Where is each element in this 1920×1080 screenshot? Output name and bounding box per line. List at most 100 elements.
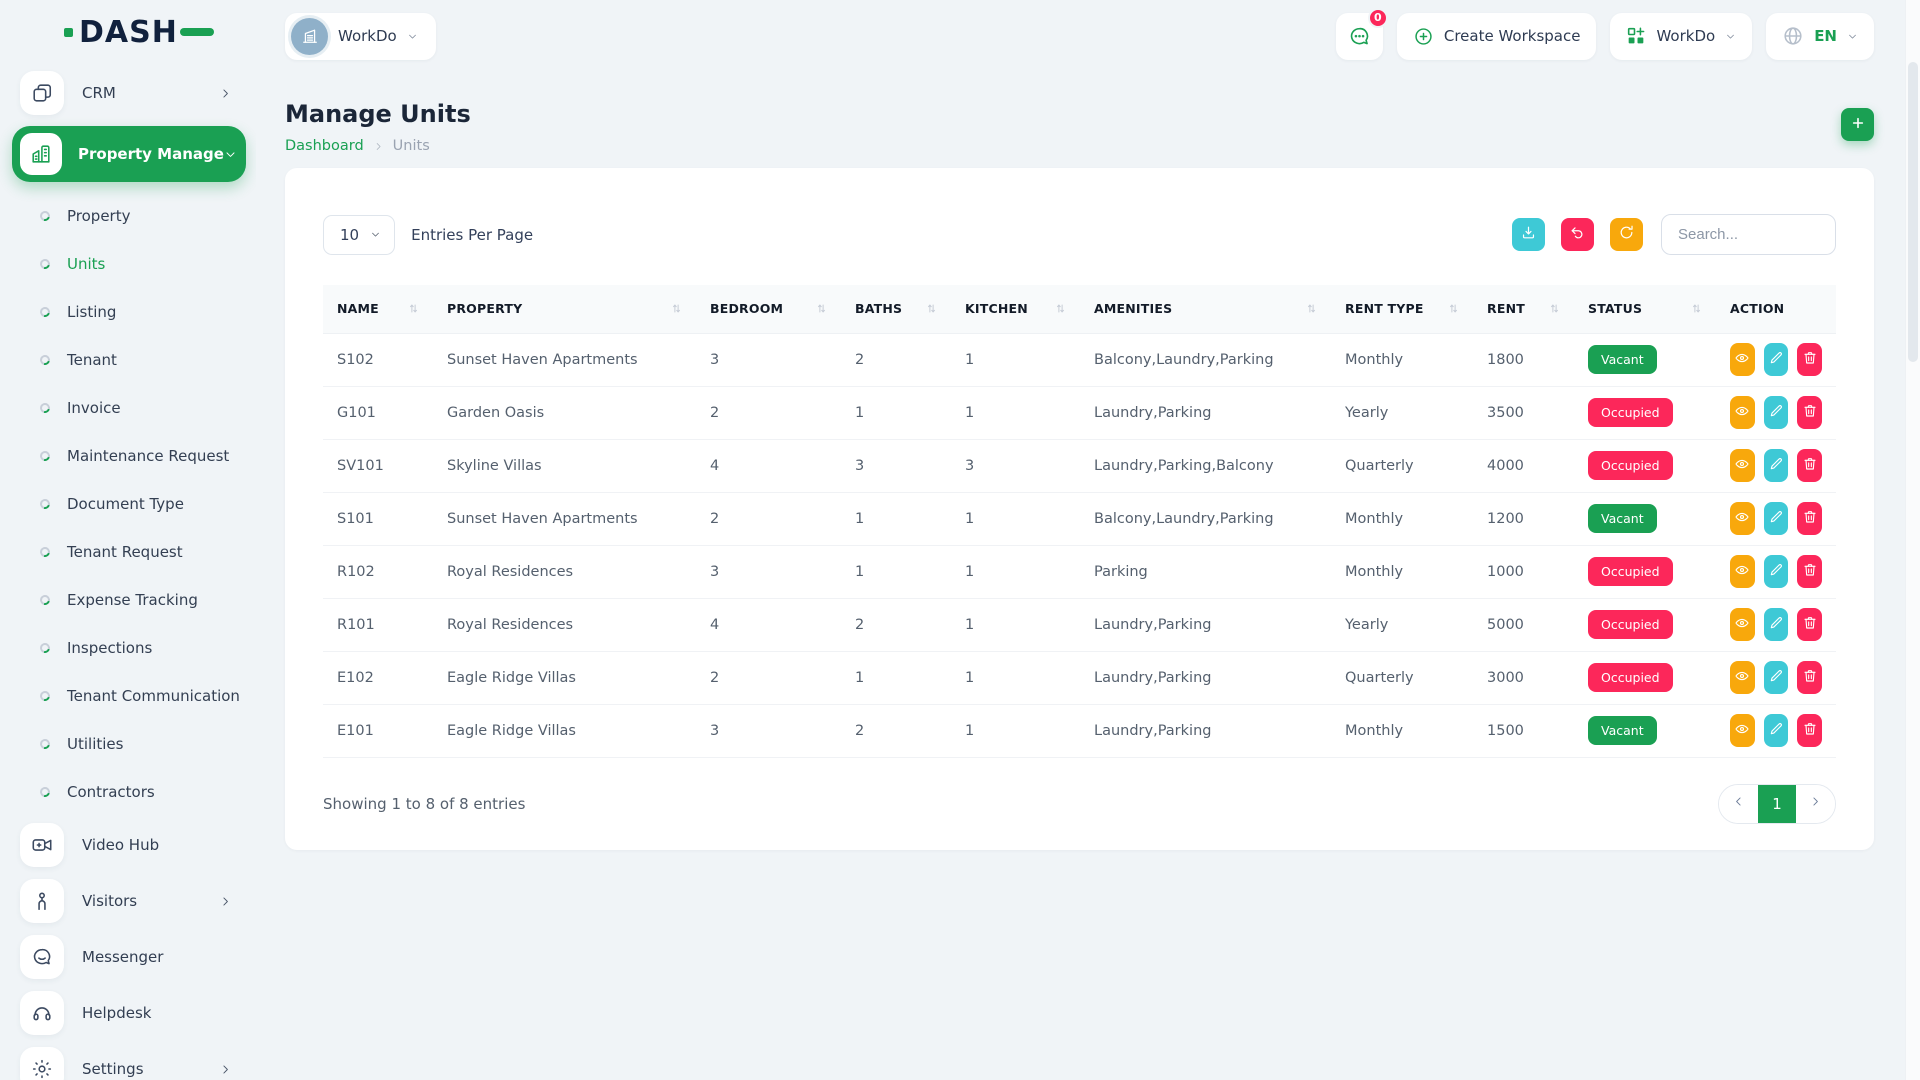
sidebar-item-tenant-request[interactable]: Tenant Request bbox=[14, 528, 246, 576]
edit-button[interactable] bbox=[1764, 608, 1789, 641]
view-button[interactable] bbox=[1730, 661, 1755, 694]
column-header[interactable]: BEDROOM bbox=[696, 285, 841, 333]
column-header[interactable]: STATUS bbox=[1574, 285, 1716, 333]
sort-icon[interactable] bbox=[402, 303, 419, 314]
scrollbar-thumb[interactable] bbox=[1908, 62, 1918, 362]
pagination-next[interactable] bbox=[1796, 784, 1835, 824]
view-button[interactable] bbox=[1730, 714, 1755, 747]
sidebar-item-invoice[interactable]: Invoice bbox=[14, 384, 246, 432]
edit-button[interactable] bbox=[1764, 396, 1789, 429]
sidebar-item-listing[interactable]: Listing bbox=[14, 288, 246, 336]
sort-icon[interactable] bbox=[1442, 303, 1459, 314]
view-button[interactable] bbox=[1730, 608, 1755, 641]
chevron-right-icon bbox=[373, 141, 384, 152]
column-header[interactable]: NAME bbox=[323, 285, 433, 333]
view-button[interactable] bbox=[1730, 343, 1755, 376]
sidebar-item-property-manage[interactable]: Property Manage bbox=[12, 126, 246, 182]
export-button[interactable] bbox=[1512, 218, 1545, 251]
sidebar-item-inspections[interactable]: Inspections bbox=[14, 624, 246, 672]
sidebar-item-label: Tenant bbox=[67, 351, 117, 369]
pagination-current-page[interactable]: 1 bbox=[1758, 784, 1796, 824]
sidebar-item-video-hub[interactable]: Video Hub bbox=[14, 818, 246, 872]
entries-per-page-select[interactable]: 10 bbox=[323, 215, 395, 255]
breadcrumb-dashboard-link[interactable]: Dashboard bbox=[285, 138, 364, 154]
delete-button[interactable] bbox=[1797, 661, 1822, 694]
sidebar-item-label: Messenger bbox=[82, 948, 163, 966]
delete-button[interactable] bbox=[1797, 396, 1822, 429]
search-input[interactable] bbox=[1661, 214, 1836, 255]
delete-button[interactable] bbox=[1797, 555, 1822, 588]
edit-button[interactable] bbox=[1764, 449, 1789, 482]
view-button[interactable] bbox=[1730, 449, 1755, 482]
sidebar-item-document-type[interactable]: Document Type bbox=[14, 480, 246, 528]
sidebar-item-tenant-communication[interactable]: Tenant Communication bbox=[14, 672, 246, 720]
delete-button[interactable] bbox=[1797, 449, 1822, 482]
chevron-down-icon bbox=[224, 148, 237, 161]
cell-rent-type: Monthly bbox=[1331, 333, 1473, 386]
edit-button[interactable] bbox=[1764, 343, 1789, 376]
sidebar-item-maintenance-request[interactable]: Maintenance Request bbox=[14, 432, 246, 480]
view-button[interactable] bbox=[1730, 555, 1755, 588]
sidebar-item-utilities[interactable]: Utilities bbox=[14, 720, 246, 768]
app-switcher-button[interactable]: WorkDo bbox=[1610, 13, 1752, 60]
sort-icon[interactable] bbox=[1049, 303, 1066, 314]
entries-per-page-label: Entries Per Page bbox=[411, 226, 533, 244]
delete-button[interactable] bbox=[1797, 608, 1822, 641]
sidebar-item-messenger[interactable]: Messenger bbox=[14, 930, 246, 984]
sort-icon[interactable] bbox=[665, 303, 682, 314]
column-header[interactable]: BATHS bbox=[841, 285, 951, 333]
column-header[interactable]: ACTION bbox=[1716, 285, 1836, 333]
view-button[interactable] bbox=[1730, 502, 1755, 535]
cell-bedroom: 2 bbox=[696, 492, 841, 545]
trash-icon bbox=[1802, 403, 1818, 423]
add-unit-button[interactable] bbox=[1841, 108, 1874, 141]
sort-icon[interactable] bbox=[810, 303, 827, 314]
scrollbar[interactable] bbox=[1905, 0, 1920, 1080]
trash-icon bbox=[1802, 509, 1818, 529]
sidebar-item-tenant[interactable]: Tenant bbox=[14, 336, 246, 384]
reset-button[interactable] bbox=[1561, 218, 1594, 251]
sidebar-item-helpdesk[interactable]: Helpdesk bbox=[14, 986, 246, 1040]
delete-button[interactable] bbox=[1797, 714, 1822, 747]
workspace-name: WorkDo bbox=[338, 27, 397, 45]
column-header[interactable]: RENT TYPE bbox=[1331, 285, 1473, 333]
sort-icon[interactable] bbox=[1300, 303, 1317, 314]
sidebar-item-label: CRM bbox=[82, 84, 116, 102]
language-selector[interactable]: EN bbox=[1766, 13, 1874, 60]
edit-button[interactable] bbox=[1764, 555, 1789, 588]
column-header[interactable]: RENT bbox=[1473, 285, 1574, 333]
delete-button[interactable] bbox=[1797, 343, 1822, 376]
cell-kitchen: 1 bbox=[951, 386, 1080, 439]
column-header[interactable]: PROPERTY bbox=[433, 285, 696, 333]
cell-rent-type: Yearly bbox=[1331, 386, 1473, 439]
workspace-selector[interactable]: WorkDo bbox=[285, 13, 436, 60]
edit-button[interactable] bbox=[1764, 502, 1789, 535]
create-workspace-button[interactable]: Create Workspace bbox=[1397, 13, 1597, 60]
refresh-button[interactable] bbox=[1610, 218, 1643, 251]
cell-rent-type: Quarterly bbox=[1331, 439, 1473, 492]
sidebar-item-crm[interactable]: CRM bbox=[14, 66, 246, 120]
sort-icon[interactable] bbox=[1685, 303, 1702, 314]
view-button[interactable] bbox=[1730, 396, 1755, 429]
grid-icon bbox=[1626, 26, 1646, 46]
sidebar-item-contractors[interactable]: Contractors bbox=[14, 768, 246, 816]
pagination-prev[interactable] bbox=[1719, 784, 1758, 824]
sidebar-item-units[interactable]: Units bbox=[14, 240, 246, 288]
sidebar-item-visitors[interactable]: Visitors bbox=[14, 874, 246, 928]
sidebar-item-expense-tracking[interactable]: Expense Tracking bbox=[14, 576, 246, 624]
sidebar-item-settings[interactable]: Settings bbox=[14, 1042, 246, 1080]
column-header[interactable]: KITCHEN bbox=[951, 285, 1080, 333]
sort-icon[interactable] bbox=[920, 303, 937, 314]
edit-button[interactable] bbox=[1764, 714, 1789, 747]
column-header[interactable]: AMENITIES bbox=[1080, 285, 1331, 333]
cell-action bbox=[1716, 651, 1836, 704]
sort-icon[interactable] bbox=[1543, 303, 1560, 314]
cell-amenities: Balcony,Laundry,Parking bbox=[1080, 333, 1331, 386]
delete-button[interactable] bbox=[1797, 502, 1822, 535]
table-header-row: NAME PROPERTY bbox=[323, 285, 1836, 333]
table-row: E101 Eagle Ridge Villas 3 2 1 Laundry,Pa… bbox=[323, 704, 1836, 757]
cell-rent: 1800 bbox=[1473, 333, 1574, 386]
messages-button[interactable]: 0 bbox=[1336, 13, 1383, 60]
edit-button[interactable] bbox=[1764, 661, 1789, 694]
sidebar-item-property[interactable]: Property bbox=[14, 192, 246, 240]
